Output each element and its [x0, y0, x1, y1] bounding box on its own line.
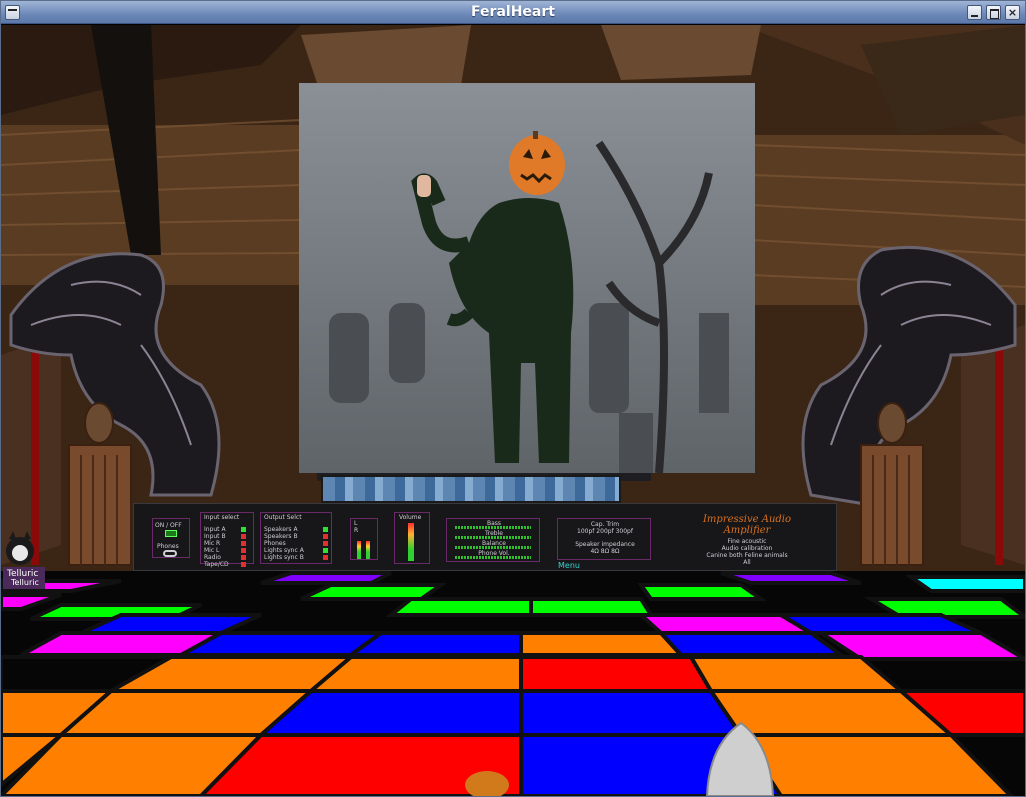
input-led — [241, 548, 246, 553]
close-button[interactable]: × — [1005, 5, 1020, 20]
speaker-impedance-values[interactable]: 4Ω 8Ω 8Ω — [558, 548, 652, 555]
game-window: FeralHeart × ON / OFF Phones Input selec… — [0, 0, 1026, 797]
meter-bar-left — [357, 541, 361, 559]
input-item[interactable]: Radio — [204, 554, 264, 561]
water-feature — [321, 475, 621, 503]
output-item[interactable]: Speakers B — [264, 533, 324, 540]
phones-jack-icon[interactable] — [163, 550, 177, 557]
input-led — [241, 541, 246, 546]
output-item[interactable]: Lights sync B — [264, 554, 324, 561]
output-item[interactable]: Speakers A — [264, 526, 324, 533]
input-item[interactable]: Mic L — [204, 547, 264, 554]
power-label: ON / OFF — [155, 522, 182, 529]
player-avatar-icon — [6, 531, 34, 565]
power-section: ON / OFF Phones — [152, 518, 190, 558]
calibration-block: Fine acoustic Audio calibration Canine b… — [672, 538, 822, 566]
amp-menu-button[interactable]: Menu — [558, 562, 580, 570]
input-item[interactable]: Mic R — [204, 540, 264, 547]
input-led — [241, 534, 246, 539]
cap-trim-title: Cap. Trim — [590, 521, 620, 528]
calibration-line3[interactable]: Canine both Feline animals — [672, 552, 822, 559]
input-led — [241, 527, 246, 532]
output-led — [323, 527, 328, 532]
output-select-title: Output Selct — [264, 514, 302, 521]
output-led — [323, 541, 328, 546]
maximize-button[interactable] — [986, 5, 1001, 20]
input-led — [241, 562, 246, 567]
calibration-all[interactable]: All — [672, 559, 822, 566]
input-item[interactable]: Tape/CD — [204, 561, 264, 568]
meter-channel-labels: L R — [354, 520, 365, 534]
window-title: FeralHeart — [471, 4, 555, 20]
input-select-title: Input select — [204, 514, 240, 521]
tone-controls: Bass Treble Balance Phone Vol. — [446, 518, 540, 562]
volume-section: Volume — [394, 512, 430, 564]
treble-slider[interactable] — [455, 536, 531, 539]
phone-vol-slider[interactable] — [455, 556, 531, 559]
amp-brand: Impressive Audio Amplifier — [672, 514, 822, 536]
phones-label: Phones — [157, 543, 179, 550]
meter-bar-right — [366, 541, 370, 559]
input-item[interactable]: Input A — [204, 526, 264, 533]
cap-trim-section: Cap. Trim 100pf 200pf 300pf Speaker impe… — [557, 518, 651, 560]
power-toggle[interactable] — [165, 530, 177, 537]
output-item[interactable]: Phones — [264, 540, 324, 547]
brand-line1: Impressive Audio — [702, 514, 792, 525]
input-item[interactable]: Input B — [204, 533, 264, 540]
output-led — [323, 555, 328, 560]
player-name-secondary: Telluric — [11, 578, 39, 587]
bass-slider[interactable] — [455, 526, 531, 529]
minimize-button[interactable] — [967, 5, 982, 20]
volume-slider[interactable] — [408, 523, 414, 561]
output-item[interactable]: Lights sync A — [264, 547, 324, 554]
level-meter: L R — [350, 518, 378, 560]
amplifier-panel: ON / OFF Phones Input select Input A Inp… — [133, 503, 837, 571]
output-select: Output Selct Speakers A Speakers B Phone… — [260, 512, 332, 564]
volume-label: Volume — [399, 514, 422, 521]
player-nameplate[interactable]: Telluric Telluric — [3, 567, 45, 589]
calibration-line1: Fine acoustic — [727, 538, 767, 545]
game-viewport[interactable]: ON / OFF Phones Input select Input A Inp… — [1, 25, 1025, 796]
output-led — [323, 534, 328, 539]
input-select: Input select Input A Input B Mic R Mic L… — [200, 512, 254, 568]
projection-screen — [299, 83, 755, 473]
input-led — [241, 555, 246, 560]
balance-slider[interactable] — [455, 546, 531, 549]
output-led — [323, 548, 328, 553]
title-bar: FeralHeart × — [1, 1, 1025, 24]
brand-line2: Amplifier — [723, 525, 771, 536]
calibration-line2: Audio calibration — [721, 545, 773, 552]
speaker-impedance-title: Speaker impedance — [575, 541, 635, 548]
cap-trim-values[interactable]: 100pf 200pf 300pf — [558, 528, 652, 535]
